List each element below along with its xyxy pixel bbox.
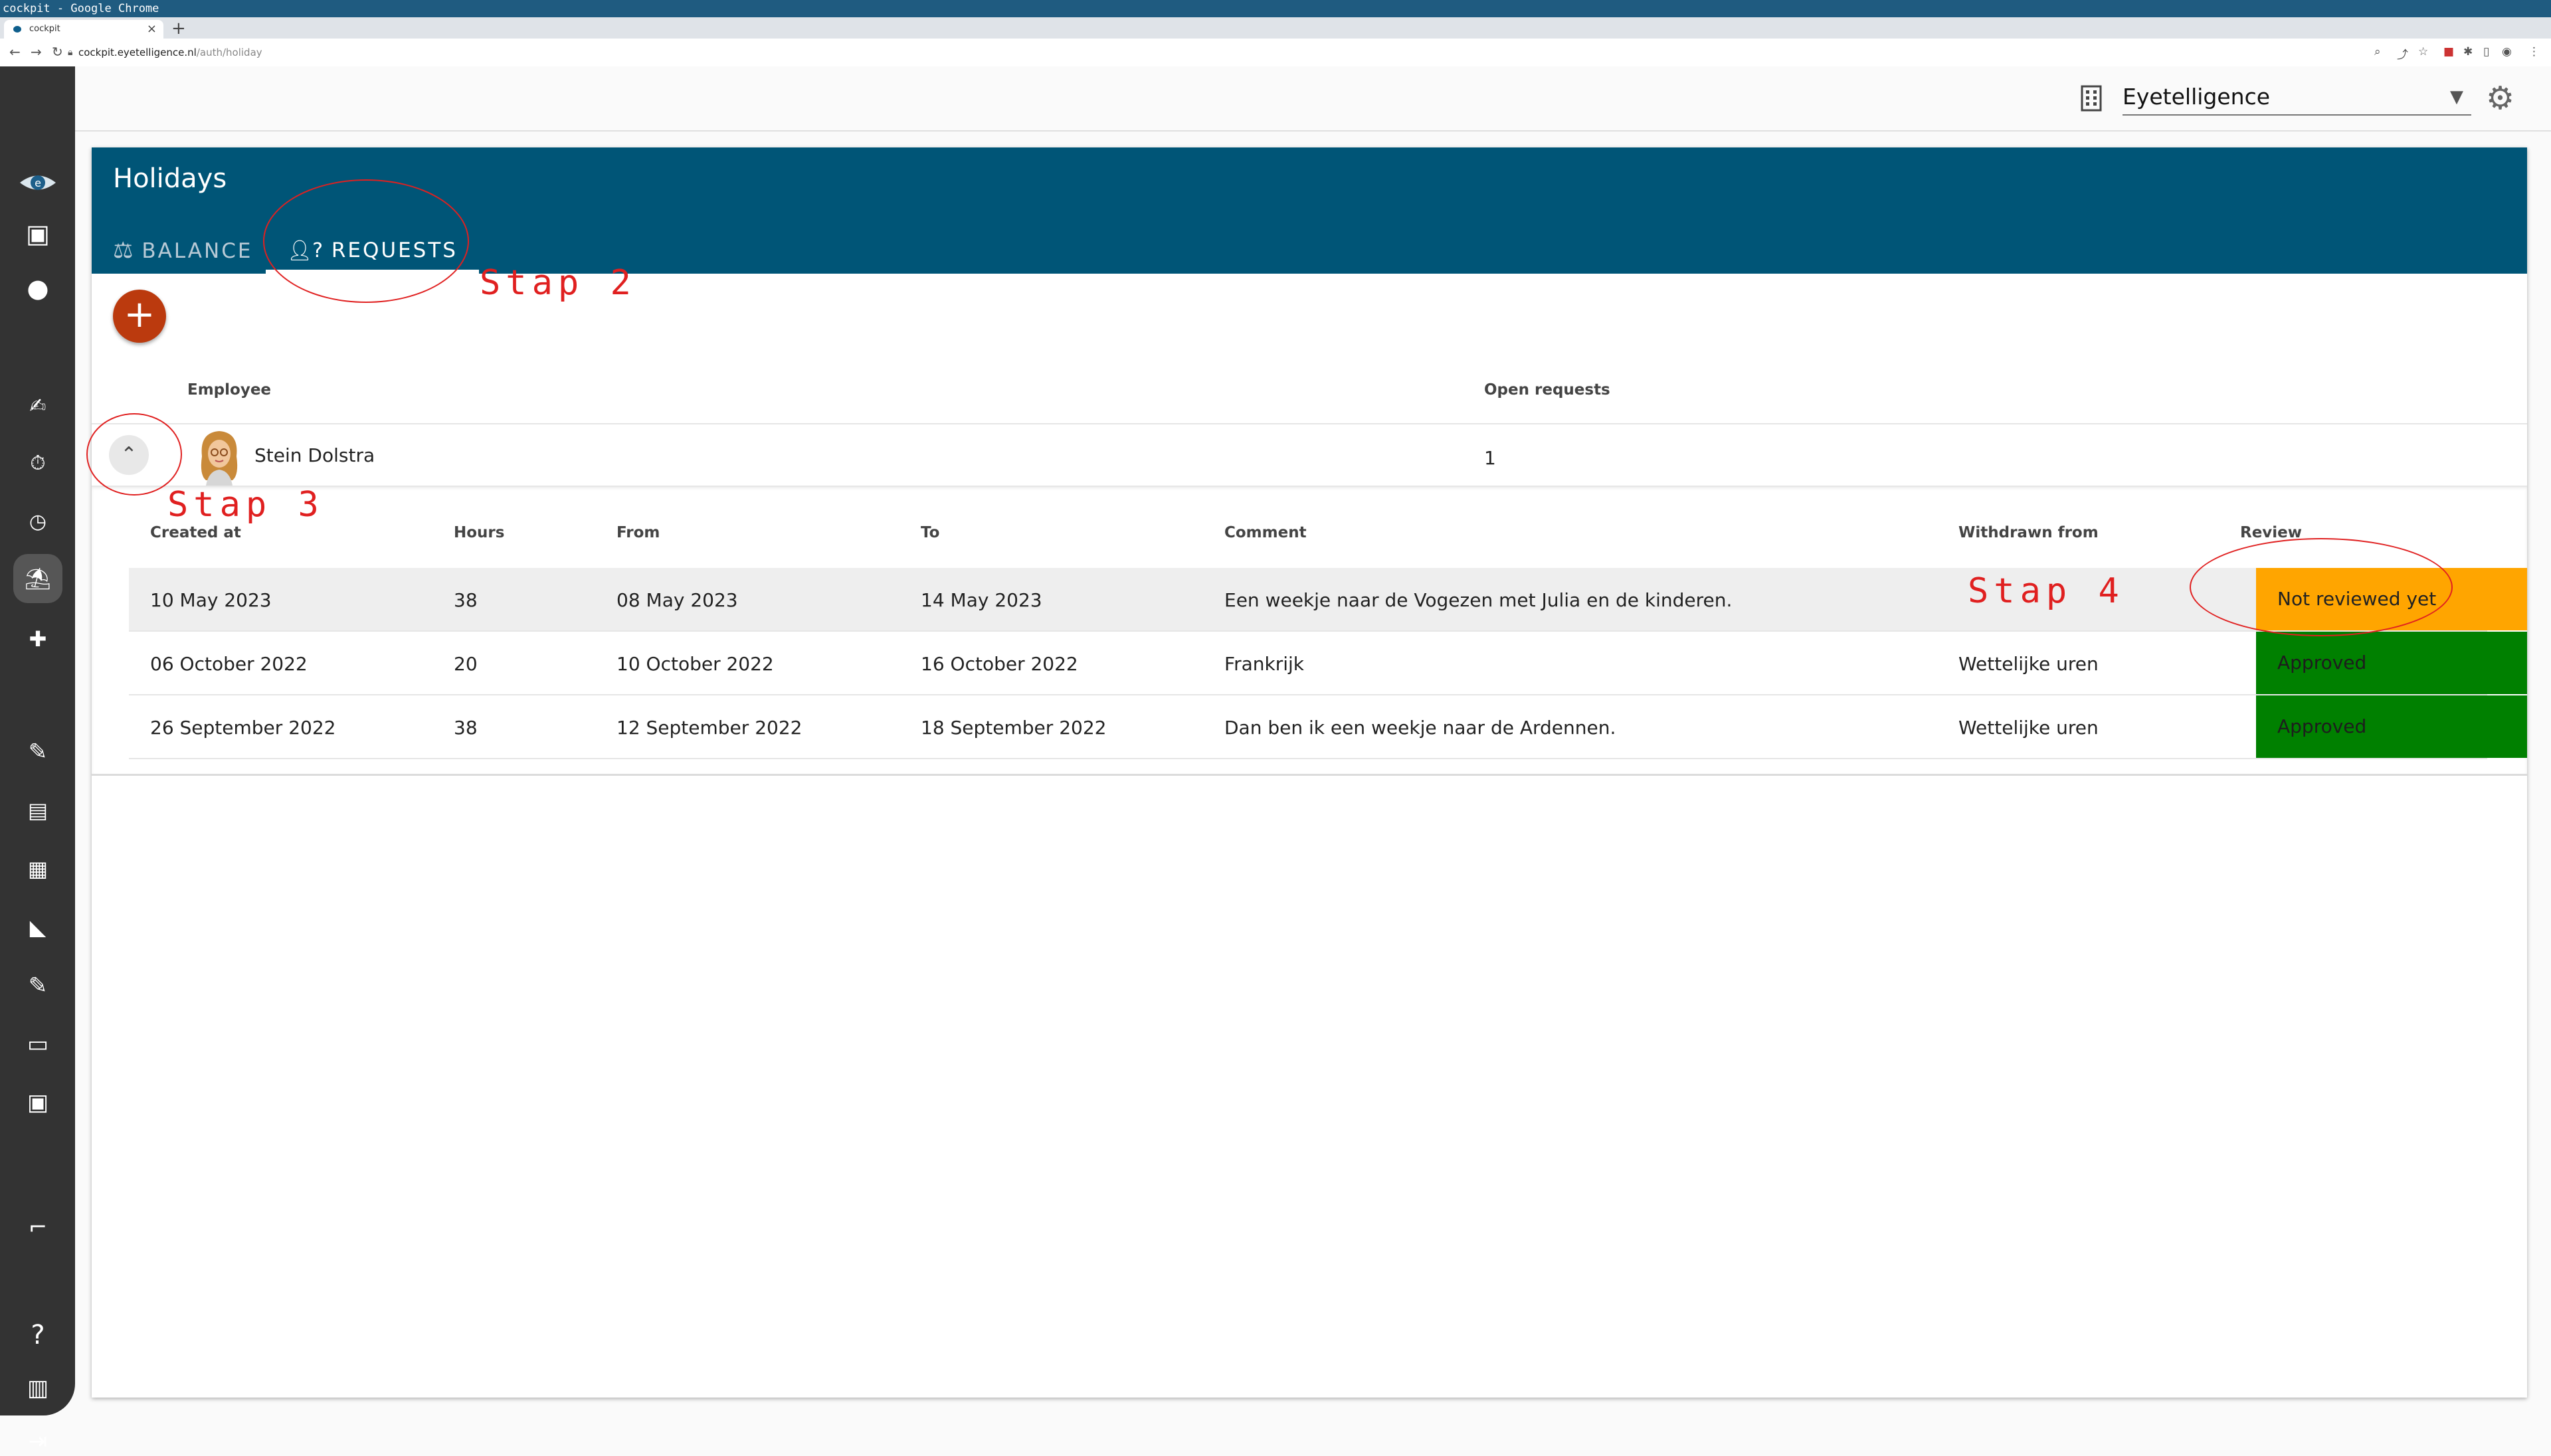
extension-icon[interactable]: ■ xyxy=(2443,45,2454,58)
browser-tab[interactable]: cockpit × xyxy=(4,20,163,39)
cell-hours: 38 xyxy=(454,589,478,611)
employee-row[interactable]: ⌃ Stein Dolstra 1 xyxy=(92,423,2527,487)
cell-hours: 20 xyxy=(454,653,478,675)
cell-hours: 38 xyxy=(454,717,478,739)
cell-from: 12 September 2022 xyxy=(616,717,803,739)
annotation-label-stap-4: Stap 4 xyxy=(1968,571,2125,611)
sign-icon[interactable]: ✍ xyxy=(19,392,57,421)
url-path: /auth/holiday xyxy=(196,46,262,58)
column-header-withdrawn-from: Withdrawn from xyxy=(1958,524,2099,541)
bookmark-star-icon[interactable]: ☆ xyxy=(2418,45,2428,58)
holidays-card: Holidays ⚖ BALANCE 👤︎? REQUESTS + Employ… xyxy=(92,147,2527,1398)
cell-comment: Dan ben ik een weekje naar de Ardennen. xyxy=(1224,717,1616,739)
monitor-icon[interactable]: ▭ xyxy=(19,1030,57,1059)
address-bar[interactable]: cockpit.eyetelligence.nl/auth/holiday xyxy=(78,44,262,61)
cell-from: 08 May 2023 xyxy=(616,589,738,611)
employee-name: Stein Dolstra xyxy=(254,444,375,466)
company-select-value: Eyetelligence xyxy=(2123,84,2271,110)
request-row[interactable]: 06 October 2022 20 10 October 2022 16 Octob… xyxy=(129,632,2527,695)
lock-icon: 🔒︎ xyxy=(68,47,73,58)
timer-list-icon[interactable]: ⏱ xyxy=(19,449,57,478)
favicon-icon xyxy=(13,26,21,33)
annotation-circle-expand xyxy=(86,413,182,496)
cell-to: 16 October 2022 xyxy=(921,653,1078,675)
browser-menu-icon[interactable]: ⋮ xyxy=(2528,45,2540,58)
zoom-icon[interactable]: ⌕ xyxy=(2374,45,2381,58)
stairs-icon[interactable]: ⌐ xyxy=(19,1213,57,1242)
security-camera-icon[interactable]: ◣ xyxy=(19,913,57,942)
back-icon[interactable]: ← xyxy=(9,44,21,60)
medical-bag-icon[interactable]: ✚ xyxy=(19,624,57,654)
cell-to: 18 September 2022 xyxy=(921,717,1107,739)
cell-comment: Een weekje naar de Vogezen met Julia en … xyxy=(1224,589,1733,611)
annotation-circle-requests-tab xyxy=(263,179,469,303)
document-sign-icon[interactable]: ✎ xyxy=(19,971,57,1000)
cell-withdrawn-from: Wettelijke uren xyxy=(1958,653,2099,675)
cell-withdrawn-from: Wettelijke uren xyxy=(1958,717,2099,739)
logout-icon[interactable]: ⇥ xyxy=(19,1427,57,1456)
cell-comment: Frankrijk xyxy=(1224,653,1304,675)
os-window-title: cockpit - Google Chrome xyxy=(0,0,2551,17)
add-request-button[interactable]: + xyxy=(113,290,166,343)
building-icon xyxy=(2081,85,2102,112)
company-select[interactable]: Eyetelligence ▼ xyxy=(2123,80,2471,116)
money-icon[interactable]: ▣ xyxy=(19,1088,57,1117)
sidepanel-icon[interactable]: ▯ xyxy=(2483,45,2489,58)
eyetelligence-logo-icon[interactable]: e xyxy=(19,169,57,197)
holiday-icon[interactable]: ⛱ xyxy=(13,554,62,603)
balance-scale-icon: ⚖ xyxy=(113,237,134,264)
extensions-puzzle-icon[interactable]: ✱ xyxy=(2463,45,2473,58)
browser-toolbar: ← → ↻ 🔒︎ cockpit.eyetelligence.nl/auth/h… xyxy=(0,39,2551,67)
reload-icon[interactable]: ↻ xyxy=(52,44,63,60)
app-sidebar: e ▣ ● ✍ ⏱ ◷ ⛱ ✚ ✎ ▤ ▦ ◣ ✎ ▭ ▣ ⌐ ? ▥ ⇥ xyxy=(0,66,75,1455)
dropdown-arrow-icon: ▼ xyxy=(2450,87,2463,107)
annotation-label-stap-2: Stap 2 xyxy=(480,263,636,303)
tab-balance[interactable]: ⚖ BALANCE xyxy=(113,227,252,274)
column-header-from: From xyxy=(616,524,660,541)
url-host: cockpit.eyetelligence.nl xyxy=(78,46,197,58)
help-icon[interactable]: ? xyxy=(19,1320,57,1350)
request-row[interactable]: 26 September 2022 38 12 September 2022 18 S… xyxy=(129,695,2527,759)
forward-icon[interactable]: → xyxy=(31,44,42,60)
profile-avatar-icon[interactable]: ◉ xyxy=(2502,45,2512,58)
close-tab-icon[interactable]: × xyxy=(147,20,157,39)
annotation-circle-review xyxy=(2190,538,2453,636)
settings-gear-icon[interactable]: ⚙ xyxy=(2486,80,2514,117)
open-requests-count: 1 xyxy=(1484,447,1496,469)
share-icon[interactable]: ⤴ xyxy=(2397,45,2408,62)
browser-tabbar: cockpit × + xyxy=(0,17,2551,39)
review-status-badge: Approved xyxy=(2256,632,2527,694)
new-tab-button[interactable]: + xyxy=(171,19,186,39)
column-header-comment: Comment xyxy=(1224,524,1307,541)
page-title: Holidays xyxy=(113,163,227,194)
requests-detail-panel: Created at Hours From To Comment Withdra… xyxy=(92,487,2527,776)
cash-register-icon[interactable]: ▤ xyxy=(19,796,57,825)
person-icon[interactable]: ● xyxy=(19,274,57,303)
annotation-label-stap-3: Stap 3 xyxy=(167,485,324,525)
column-header-to: To xyxy=(921,524,940,541)
column-header-employee: Employee xyxy=(187,381,272,399)
calendar-icon[interactable]: ▣ xyxy=(19,219,57,248)
review-status-badge: Approved xyxy=(2256,695,2527,758)
svg-text:e: e xyxy=(35,177,41,189)
manual-icon[interactable]: ▥ xyxy=(19,1374,57,1403)
cell-to: 14 May 2023 xyxy=(921,589,1042,611)
clock-icon[interactable]: ◷ xyxy=(19,507,57,537)
cell-created-at: 10 May 2023 xyxy=(150,589,272,611)
contact-card-icon[interactable]: ▦ xyxy=(19,854,57,883)
request-row[interactable]: 10 May 2023 38 08 May 2023 14 May 2023 Een w… xyxy=(129,568,2527,632)
cell-created-at: 06 October 2022 xyxy=(150,653,308,675)
document-edit-icon[interactable]: ✎ xyxy=(19,737,57,767)
cell-created-at: 26 September 2022 xyxy=(150,717,336,739)
browser-tab-title: cockpit xyxy=(29,24,60,34)
cell-from: 10 October 2022 xyxy=(616,653,774,675)
column-header-open-requests: Open requests xyxy=(1484,381,1610,399)
column-header-created-at: Created at xyxy=(150,524,241,541)
column-header-hours: Hours xyxy=(454,524,505,541)
avatar xyxy=(201,431,238,486)
tab-balance-label: BALANCE xyxy=(142,239,253,263)
